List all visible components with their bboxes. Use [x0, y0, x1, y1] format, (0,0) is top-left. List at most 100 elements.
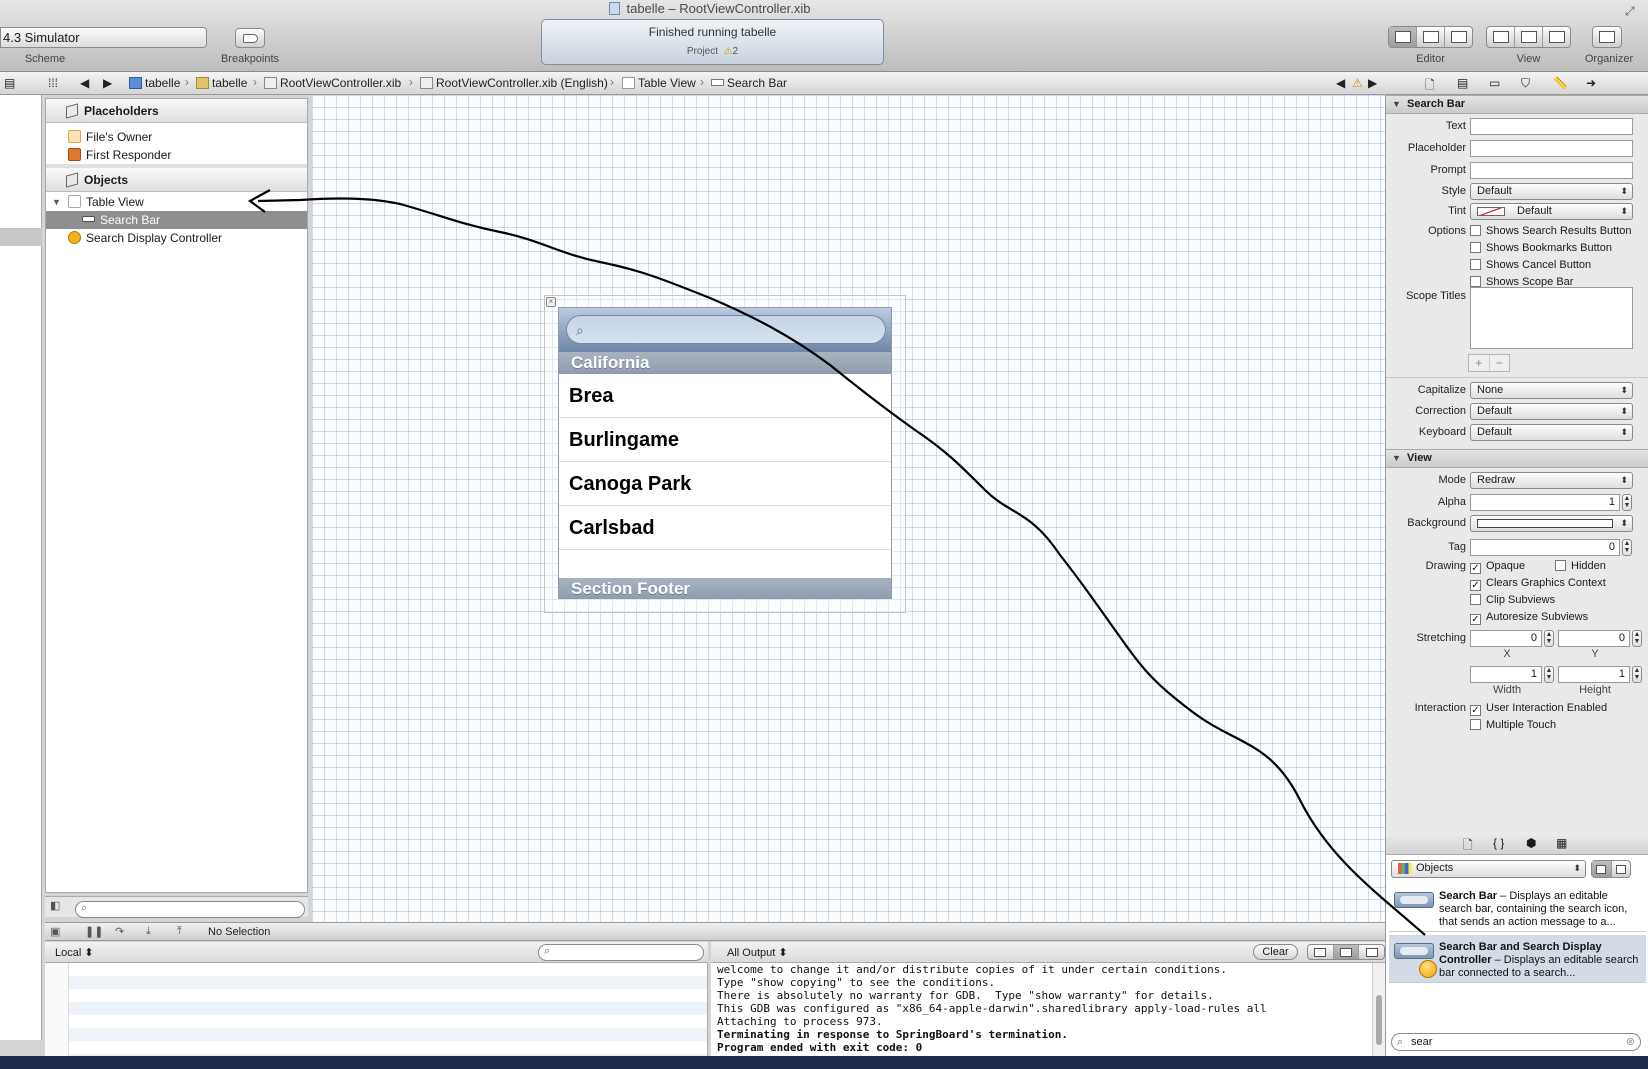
library-item-search-display-controller[interactable]: Search Bar and Search Display Controller…: [1389, 935, 1646, 983]
scheme-popup[interactable]: 4.3 Simulator: [0, 27, 207, 48]
file-inspector-icon[interactable]: 🗋: [1425, 76, 1435, 97]
shows-search-results-checkbox[interactable]: Shows Search Results Button: [1470, 225, 1632, 237]
activity-project[interactable]: Project ⚠2: [542, 46, 883, 57]
debug-area-toggle-button[interactable]: [1515, 27, 1543, 47]
outline-item-files-owner[interactable]: File's Owner: [46, 128, 307, 146]
capitalize-popup[interactable]: None: [1470, 382, 1633, 399]
jumpbar-item-search-bar[interactable]: Search Bar: [711, 76, 787, 90]
clip-subviews-checkbox[interactable]: Clip Subviews: [1470, 594, 1555, 606]
style-popup[interactable]: Default: [1470, 183, 1633, 200]
warning-icon[interactable]: ⚠: [1352, 76, 1363, 90]
objects-header[interactable]: Objects: [46, 168, 307, 192]
grid-icon[interactable]: ⁞⁞⁞: [48, 76, 58, 90]
clears-graphics-context-checkbox[interactable]: ✓ Clears Graphics Context: [1470, 577, 1606, 591]
jumpbar-item-table-view[interactable]: Table View: [622, 76, 696, 90]
size-inspector-icon[interactable]: 📏: [1553, 76, 1568, 90]
variables-scope-popup[interactable]: Local ⬍: [55, 946, 94, 959]
library-filter-field[interactable]: ⌕ sear ⊗: [1391, 1033, 1641, 1051]
assistant-editor-button[interactable]: [1417, 27, 1445, 47]
stretch-height-field[interactable]: 1: [1558, 666, 1630, 683]
organizer-button[interactable]: [1592, 26, 1622, 48]
layout-split-button[interactable]: [1333, 945, 1360, 959]
checkbox-box[interactable]: [1555, 560, 1566, 571]
layout-left-button[interactable]: [1308, 945, 1334, 959]
related-files-icon[interactable]: ▤: [4, 76, 15, 90]
table-cell[interactable]: Canoga Park: [559, 462, 891, 506]
hide-outline-icon[interactable]: ◧: [50, 899, 60, 912]
version-editor-button[interactable]: [1445, 27, 1472, 47]
step-into-icon[interactable]: ⤓: [146, 925, 151, 938]
utilities-toggle-button[interactable]: [1543, 27, 1570, 47]
mode-popup[interactable]: Redraw: [1470, 472, 1633, 489]
view-segmented-control[interactable]: [1486, 26, 1571, 48]
breakpoints-button[interactable]: [235, 28, 265, 48]
library-popup[interactable]: Objects: [1391, 860, 1586, 878]
view-section-header[interactable]: View: [1386, 449, 1648, 468]
code-snippet-icon[interactable]: { }: [1493, 836, 1504, 850]
navigator-toggle-button[interactable]: [1487, 27, 1515, 47]
search-bar-preview[interactable]: ⌕: [559, 308, 891, 352]
search-field-preview[interactable]: ⌕: [566, 315, 886, 344]
stretch-height-stepper[interactable]: ▲ ▼: [1632, 666, 1642, 683]
list-view-button[interactable]: [1612, 861, 1631, 877]
placeholder-field[interactable]: [1470, 140, 1633, 157]
outline-item-search-display-controller[interactable]: Search Display Controller: [46, 229, 307, 247]
step-out-icon[interactable]: ⤒: [177, 925, 182, 938]
pause-icon[interactable]: ❚❚: [85, 925, 103, 938]
alpha-field[interactable]: 1: [1470, 494, 1620, 511]
user-interaction-enabled-checkbox[interactable]: ✓ User Interaction Enabled: [1470, 702, 1607, 716]
tint-popup[interactable]: Default: [1470, 203, 1633, 220]
checkbox-box[interactable]: [1470, 594, 1481, 605]
clear-search-icon[interactable]: ⊗: [1626, 1034, 1635, 1050]
library-view-control[interactable]: [1591, 860, 1631, 878]
media-library-icon[interactable]: ▦: [1556, 836, 1567, 850]
jumpbar-item-group[interactable]: tabelle: [196, 76, 247, 90]
next-issue-icon[interactable]: ▶: [1368, 76, 1377, 90]
checkbox-box[interactable]: ✓: [1470, 580, 1481, 591]
forward-arrow-icon[interactable]: ▶: [103, 76, 112, 90]
console-layout-control[interactable]: [1307, 944, 1385, 960]
checkbox-box[interactable]: [1470, 259, 1481, 270]
jumpbar-item-project[interactable]: tabelle: [129, 76, 180, 90]
file-template-icon[interactable]: 🗋: [1463, 836, 1473, 857]
disclosure-triangle-icon[interactable]: ▼: [52, 193, 61, 211]
clear-console-button[interactable]: Clear: [1253, 944, 1298, 960]
navigator-selection[interactable]: [0, 228, 42, 246]
correction-popup[interactable]: Default: [1470, 403, 1633, 420]
scope-titles-list[interactable]: [1470, 287, 1633, 349]
identity-inspector-icon[interactable]: ▭: [1489, 76, 1500, 90]
standard-editor-button[interactable]: [1389, 27, 1417, 47]
checkbox-box[interactable]: [1470, 276, 1481, 287]
checkbox-box[interactable]: [1470, 225, 1481, 236]
console-output[interactable]: welcome to change it and/or distribute c…: [711, 963, 1372, 1056]
step-over-icon[interactable]: ↷: [115, 925, 124, 938]
hidden-checkbox[interactable]: Hidden: [1555, 560, 1606, 572]
previous-issue-icon[interactable]: ◀: [1336, 76, 1345, 90]
layout-right-button[interactable]: [1359, 945, 1384, 959]
stretch-y-stepper[interactable]: ▲ ▼: [1632, 630, 1642, 647]
table-cell[interactable]: Brea: [559, 374, 891, 418]
add-icon[interactable]: +: [1469, 355, 1490, 371]
stretch-x-stepper[interactable]: ▲ ▼: [1544, 630, 1554, 647]
text-field[interactable]: [1470, 118, 1633, 135]
shows-cancel-checkbox[interactable]: Shows Cancel Button: [1470, 259, 1591, 271]
library-item-search-bar[interactable]: Search Bar – Displays an editable search…: [1389, 884, 1646, 932]
background-color-popup[interactable]: [1470, 515, 1633, 532]
outline-item-search-bar[interactable]: Search Bar: [46, 211, 307, 229]
outline-filter-field[interactable]: ⌕: [75, 901, 305, 918]
quick-help-icon[interactable]: ▤: [1457, 76, 1468, 90]
table-cell[interactable]: Carlsbad: [559, 506, 891, 550]
alpha-stepper[interactable]: ▲ ▼: [1622, 494, 1632, 511]
jumpbar-item-localized-xib[interactable]: RootViewController.xib (English): [420, 76, 608, 90]
prompt-field[interactable]: [1470, 162, 1633, 179]
checkbox-box[interactable]: ✓: [1470, 705, 1481, 716]
attributes-inspector-icon[interactable]: ⛉: [1521, 76, 1530, 91]
checkbox-box[interactable]: ✓: [1470, 614, 1481, 625]
keyboard-popup[interactable]: Default: [1470, 424, 1633, 441]
table-view-preview[interactable]: ⌕ California Brea Burlingame Canoga Park…: [558, 307, 892, 599]
stretch-x-field[interactable]: 0: [1470, 630, 1542, 647]
stretch-y-field[interactable]: 0: [1558, 630, 1630, 647]
variables-search-field[interactable]: ⌕: [538, 944, 704, 961]
remove-icon[interactable]: −: [1490, 355, 1510, 371]
checkbox-box[interactable]: [1470, 242, 1481, 253]
